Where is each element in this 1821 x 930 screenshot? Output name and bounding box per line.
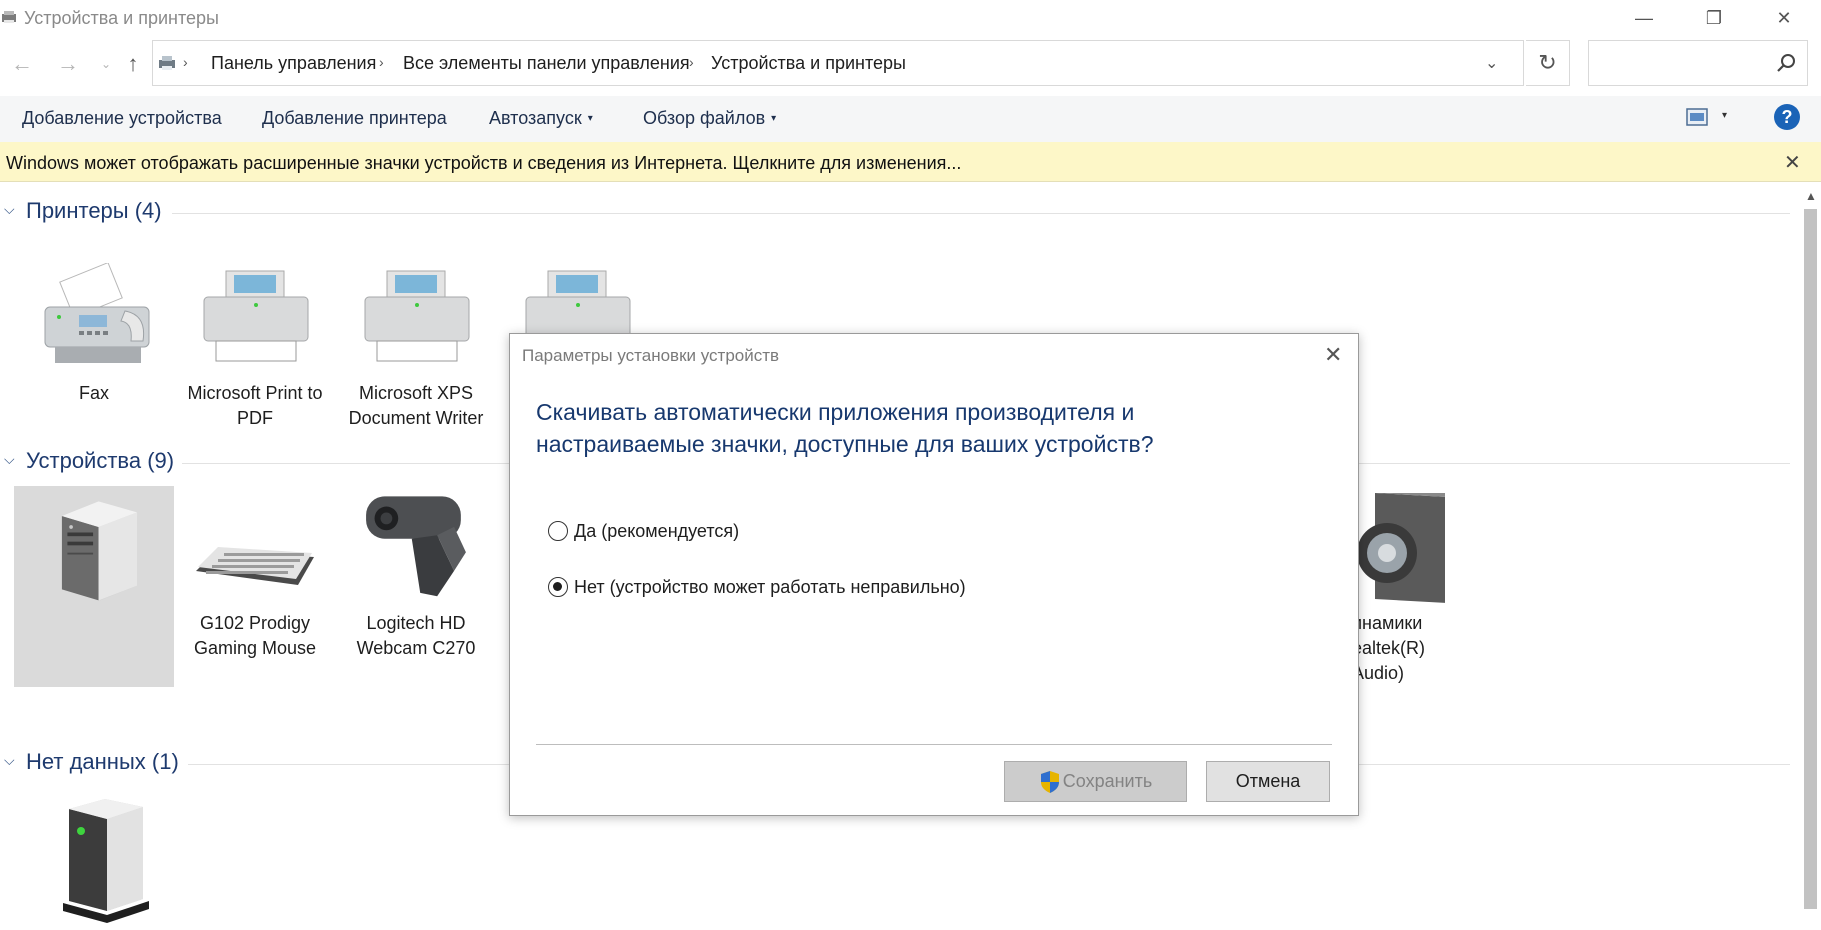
option-yes-label[interactable]: Да (рекомендуется) bbox=[574, 521, 739, 542]
view-options-caret-icon[interactable]: ▾ bbox=[1722, 110, 1727, 121]
collapse-chevron-icon[interactable]: ⌵ bbox=[4, 201, 15, 218]
device-installation-settings-dialog: Параметры установки устройств ✕ Скачиват… bbox=[509, 333, 1359, 816]
option-no[interactable]: Нет (устройство может работать неправиль… bbox=[548, 574, 966, 600]
restore-button[interactable]: ❐ bbox=[1685, 0, 1743, 36]
dialog-title: Параметры установки устройств bbox=[522, 346, 780, 365]
title-bar: Устройства и принтеры — ❐ ✕ bbox=[0, 0, 1821, 36]
group-unspecified-title: Нет данных (1) bbox=[26, 749, 179, 774]
device-label: Fax bbox=[78, 383, 109, 403]
collapse-chevron-icon[interactable]: ⌵ bbox=[4, 451, 15, 468]
refresh-button[interactable]: ↻ bbox=[1526, 40, 1570, 86]
info-bar[interactable]: Windows может отображать расширенные зна… bbox=[0, 142, 1821, 182]
breadcrumb-all-items[interactable]: Все элементы панели управления bbox=[403, 53, 690, 74]
address-bar[interactable]: › Панель управления › Все элементы панел… bbox=[152, 40, 1524, 86]
autoplay-label: Автозапуск bbox=[489, 108, 582, 128]
option-yes[interactable]: Да (рекомендуется) bbox=[548, 518, 739, 544]
dialog-close-icon[interactable]: ✕ bbox=[1324, 342, 1342, 368]
group-printers-title: Принтеры (4) bbox=[26, 198, 162, 223]
breadcrumb-separator-icon[interactable]: › bbox=[689, 54, 694, 70]
recent-locations-chevron-icon[interactable]: ⌄ bbox=[92, 50, 120, 78]
breadcrumb-control-panel[interactable]: Панель управления bbox=[211, 53, 376, 74]
add-device-button[interactable]: Добавление устройства bbox=[22, 108, 222, 129]
option-no-label[interactable]: Нет (устройство может работать неправиль… bbox=[574, 577, 966, 598]
device-g102-prodigy-gaming-mouse[interactable]: G102 Prodigy Gaming Mouse bbox=[175, 493, 335, 661]
window-title: Устройства и принтеры bbox=[24, 8, 219, 28]
group-devices-title: Устройства (9) bbox=[26, 448, 175, 473]
cancel-button[interactable]: Отмена bbox=[1206, 761, 1330, 802]
device-microsoft-xps-document-writer[interactable]: Microsoft XPS Document Writer bbox=[336, 263, 496, 431]
breadcrumb-separator-icon[interactable]: › bbox=[379, 54, 384, 70]
scroll-up-icon[interactable]: ▲ bbox=[1805, 189, 1817, 203]
help-button[interactable]: ? bbox=[1774, 104, 1800, 130]
device-microsoft-print-to-pdf[interactable]: Microsoft Print to PDF bbox=[175, 263, 335, 431]
vertical-scrollbar[interactable]: ▲ bbox=[1800, 183, 1821, 930]
close-window-button[interactable]: ✕ bbox=[1755, 0, 1813, 36]
devices-printers-icon bbox=[2, 11, 16, 23]
keyboard-icon bbox=[196, 547, 314, 585]
scrollbar-thumb[interactable] bbox=[1804, 209, 1817, 909]
up-arrow-icon[interactable]: ↑ bbox=[119, 50, 147, 78]
autoplay-menu[interactable]: Автозапуск ▾ bbox=[489, 108, 593, 129]
browse-files-label: Обзор файлов bbox=[643, 108, 766, 128]
group-printers-header[interactable]: ⌵ Принтеры (4) bbox=[0, 198, 1790, 228]
group-divider bbox=[172, 213, 1790, 214]
info-bar-message[interactable]: Windows может отображать расширенные зна… bbox=[6, 153, 961, 174]
device-label: G102 Prodigy Gaming Mouse bbox=[193, 613, 317, 658]
device-logitech-hd-webcam-c270[interactable]: Logitech HD Webcam C270 bbox=[336, 493, 496, 661]
printer-icon bbox=[203, 270, 309, 362]
device-computer[interactable] bbox=[14, 486, 174, 687]
dialog-separator bbox=[536, 744, 1332, 745]
save-button-label: Сохранить bbox=[1062, 771, 1153, 791]
navigation-bar: ← → ⌄ ↑ › Панель управления › Все элемен… bbox=[0, 38, 1821, 88]
fax-icon bbox=[44, 263, 150, 363]
device-label: Logitech HD Webcam C270 bbox=[356, 613, 476, 658]
breadcrumb-devices-printers[interactable]: Устройства и принтеры bbox=[711, 53, 906, 74]
radio-no-checked[interactable] bbox=[548, 577, 568, 597]
dialog-question: Скачивать автоматически приложения произ… bbox=[536, 399, 1154, 457]
breadcrumb-separator-icon: › bbox=[183, 54, 188, 70]
change-view-icon[interactable] bbox=[1686, 108, 1708, 126]
control-panel-icon bbox=[159, 56, 175, 70]
uac-shield-icon bbox=[1040, 770, 1059, 793]
info-bar-close-icon[interactable]: ✕ bbox=[1784, 150, 1801, 175]
caret-down-icon: ▾ bbox=[771, 113, 777, 124]
device-label: Microsoft Print to PDF bbox=[187, 383, 323, 428]
forward-arrow-icon[interactable]: → bbox=[54, 50, 82, 78]
back-arrow-icon[interactable]: ← bbox=[8, 50, 36, 78]
search-icon[interactable] bbox=[1775, 52, 1797, 74]
save-button: Сохранить bbox=[1004, 761, 1187, 802]
computer-tower-icon bbox=[61, 501, 138, 601]
minimize-button[interactable]: — bbox=[1615, 0, 1673, 36]
collapse-chevron-icon[interactable]: ⌵ bbox=[4, 752, 15, 769]
browse-files-menu[interactable]: Обзор файлов ▾ bbox=[643, 108, 776, 129]
add-printer-button[interactable]: Добавление принтера bbox=[262, 108, 447, 129]
caret-down-icon: ▾ bbox=[587, 113, 593, 124]
address-dropdown-icon[interactable]: ⌄ bbox=[1485, 53, 1498, 73]
device-fax[interactable]: Fax bbox=[14, 263, 174, 406]
device-unspecified-1[interactable] bbox=[14, 795, 174, 925]
webcam-icon bbox=[366, 496, 466, 597]
storage-device-icon bbox=[63, 799, 149, 923]
search-input[interactable] bbox=[1588, 40, 1808, 86]
printer-icon bbox=[364, 270, 470, 362]
radio-yes[interactable] bbox=[548, 521, 568, 541]
command-bar: Добавление устройства Добавление принтер… bbox=[0, 96, 1821, 142]
device-label: Microsoft XPS Document Writer bbox=[348, 383, 484, 428]
